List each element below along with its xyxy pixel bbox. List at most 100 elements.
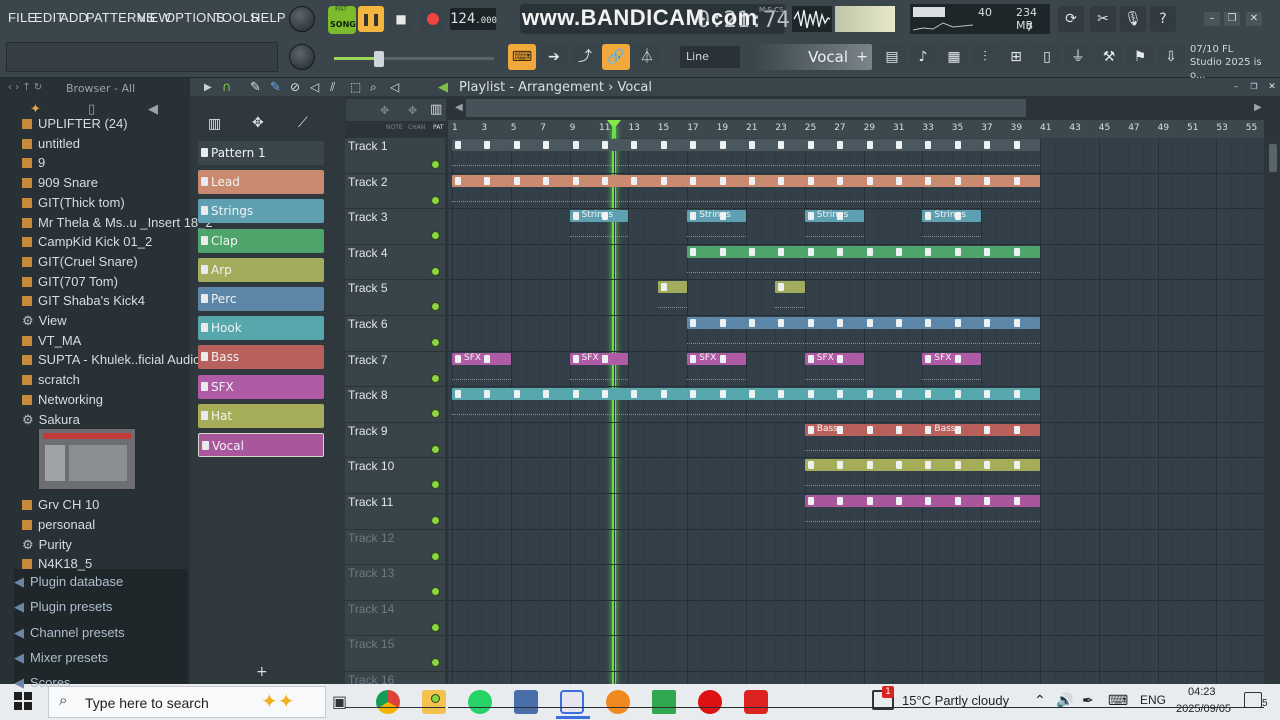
master-pitch-knob[interactable] (289, 44, 315, 70)
track-header-4[interactable]: Track 4 (348, 246, 388, 260)
browser-item[interactable]: N4K18_5 (22, 556, 92, 571)
audio-clip-icon[interactable]: ✥ (252, 115, 264, 131)
help-button[interactable]: ? (1150, 6, 1176, 32)
scrollbar-thumb[interactable] (1269, 144, 1277, 172)
notifications-icon[interactable] (1244, 692, 1262, 708)
automation-clip-icon[interactable]: ⟋ (298, 115, 308, 131)
bandicam-icon[interactable] (744, 690, 768, 714)
maximize-button[interactable]: ❐ (1224, 12, 1240, 26)
delete-tool-icon[interactable]: ⊘ (290, 80, 300, 94)
playlist-clip[interactable] (452, 388, 1040, 401)
master-volume-knob[interactable] (289, 6, 315, 32)
metronome-button[interactable]: ⏃ (633, 44, 661, 70)
menu-add[interactable]: ADD (60, 10, 88, 25)
stop-button[interactable]: ■ (388, 6, 414, 32)
browser-item[interactable]: Networking (22, 392, 103, 407)
pattern-pattern-1[interactable]: Pattern 1 (198, 141, 324, 165)
track-mute-led[interactable] (431, 551, 440, 561)
link-button[interactable]: 🔗 (602, 44, 630, 70)
browser-item[interactable]: ⚙ Sakura (22, 412, 80, 428)
browser-footer-item[interactable]: ◀ Mixer presets (14, 650, 108, 666)
track-header-10[interactable]: Track 10 (348, 459, 394, 473)
itunes-icon[interactable] (560, 690, 584, 714)
browser-item[interactable]: GIT Shaba's Kick4 (22, 293, 145, 308)
move-icon[interactable]: ✥ (380, 104, 389, 117)
pattern-lead[interactable]: Lead (198, 170, 324, 195)
track-mute-led[interactable] (431, 195, 440, 205)
playlist-close-button[interactable]: ✕ (1266, 82, 1278, 92)
playlist-arrow-icon[interactable]: ▶ (204, 82, 212, 93)
browser-item[interactable]: personaal (22, 517, 95, 532)
track-header-8[interactable]: Track 8 (348, 388, 388, 402)
tag-button[interactable]: ⚑ (1126, 44, 1154, 70)
song-overview-scrollbar[interactable] (466, 99, 1026, 117)
chrome-icon[interactable] (376, 690, 400, 714)
browser-item[interactable]: SUPTA - Khulek..ficial Audio]_2 (22, 352, 218, 367)
pattern-hook[interactable]: Hook (198, 316, 324, 341)
playlist-button[interactable]: ▤ (878, 44, 906, 70)
tools-button[interactable]: ✂ (1090, 6, 1116, 32)
task-view-icon[interactable]: ▣ (332, 692, 347, 711)
playlist-maximize-button[interactable]: ❐ (1248, 82, 1260, 92)
step-edit-button[interactable]: ➔ (540, 44, 568, 70)
magnet-icon[interactable]: ∩ (222, 80, 232, 95)
track-mute-led[interactable] (431, 266, 440, 276)
snap-select[interactable]: Line (680, 46, 740, 68)
recorder-icon[interactable] (698, 690, 722, 714)
project-button[interactable]: ▯ (1033, 44, 1061, 70)
track-header-6[interactable]: Track 6 (348, 317, 388, 331)
browser-item[interactable]: scratch (22, 372, 80, 387)
browser-item[interactable]: untitled (22, 136, 80, 151)
track-header-14[interactable]: Track 14 (348, 602, 394, 616)
track-header-1[interactable]: Track 1 (348, 139, 388, 153)
track-header-5[interactable]: Track 5 (348, 281, 388, 295)
record-button[interactable] (420, 6, 446, 32)
track-header-15[interactable]: Track 15 (348, 637, 394, 651)
track-mute-led[interactable] (431, 444, 440, 454)
browser-footer-item[interactable]: ◀ Scores (14, 675, 70, 691)
track-header-16[interactable]: Track 16 (348, 673, 394, 687)
browser-item[interactable]: 909 Snare (22, 175, 98, 190)
channel-rack-button[interactable]: ▦ (940, 44, 968, 70)
pause-button[interactable]: ❚❚ (358, 6, 384, 32)
track-header-12[interactable]: Track 12 (348, 531, 394, 545)
browser-item[interactable]: UPLIFTER (24) (22, 116, 128, 131)
track-header-9[interactable]: Track 9 (348, 424, 388, 438)
track-header-2[interactable]: Track 2 (348, 175, 388, 189)
track-mute-led[interactable] (431, 160, 440, 169)
playlist-minimize-button[interactable]: – (1230, 82, 1242, 92)
track-mute-led[interactable] (431, 622, 440, 632)
slider-handle[interactable] (374, 51, 384, 67)
pattern-strings[interactable]: Strings (198, 199, 324, 224)
track-header-13[interactable]: Track 13 (348, 566, 394, 580)
download-button[interactable]: ⇩ (1157, 44, 1185, 70)
track-mute-led[interactable] (431, 338, 440, 347)
vertical-scrollbar[interactable] (1266, 138, 1280, 684)
paint-tool-icon[interactable]: ✎ (270, 80, 281, 95)
news-hint[interactable]: 07/10 FL Studio 2025 is o... (1190, 43, 1280, 82)
blend-notes-button[interactable]: ⤴ (571, 44, 599, 70)
add-pattern-button[interactable]: + (256, 664, 268, 680)
close-button[interactable]: ✕ (1246, 12, 1262, 26)
track-header-3[interactable]: Track 3 (348, 210, 388, 224)
browser-item[interactable]: 9 (22, 155, 45, 170)
windows-start-button[interactable] (14, 692, 32, 710)
select-tool-icon[interactable]: ⬚ (350, 80, 361, 94)
pattern-perc[interactable]: Perc (198, 287, 324, 311)
pattern-bass[interactable]: Bass (198, 345, 324, 370)
piano-keys-icon[interactable]: ▥ (430, 102, 442, 117)
browser-item[interactable]: GIT(707 Tom) (22, 274, 118, 289)
browser-item[interactable]: Mr Thela & Ms..u _Insert 18_2 (22, 215, 213, 230)
browser-nav-arrows[interactable]: ‹ › ↑ ↻ (8, 82, 42, 93)
browser-speaker-icon[interactable]: ◀ (148, 102, 158, 117)
piano-roll-button[interactable]: ♪ (909, 44, 937, 70)
playback-tool-icon[interactable]: ◁ (390, 80, 399, 94)
browser-item[interactable]: GIT(Thick tom) (22, 195, 125, 210)
typing-keyboard-button[interactable]: ⌨ (508, 44, 536, 70)
mute-tool-icon[interactable]: ◁ (310, 80, 319, 94)
undo-history-button[interactable]: ⟳ (1058, 6, 1084, 32)
browser-files-icon[interactable]: ▯ (88, 102, 95, 117)
playlist-clip[interactable] (452, 174, 1040, 187)
tempo-display[interactable]: 124.000 (450, 8, 497, 30)
track-header-7[interactable]: Track 7 (348, 353, 388, 367)
